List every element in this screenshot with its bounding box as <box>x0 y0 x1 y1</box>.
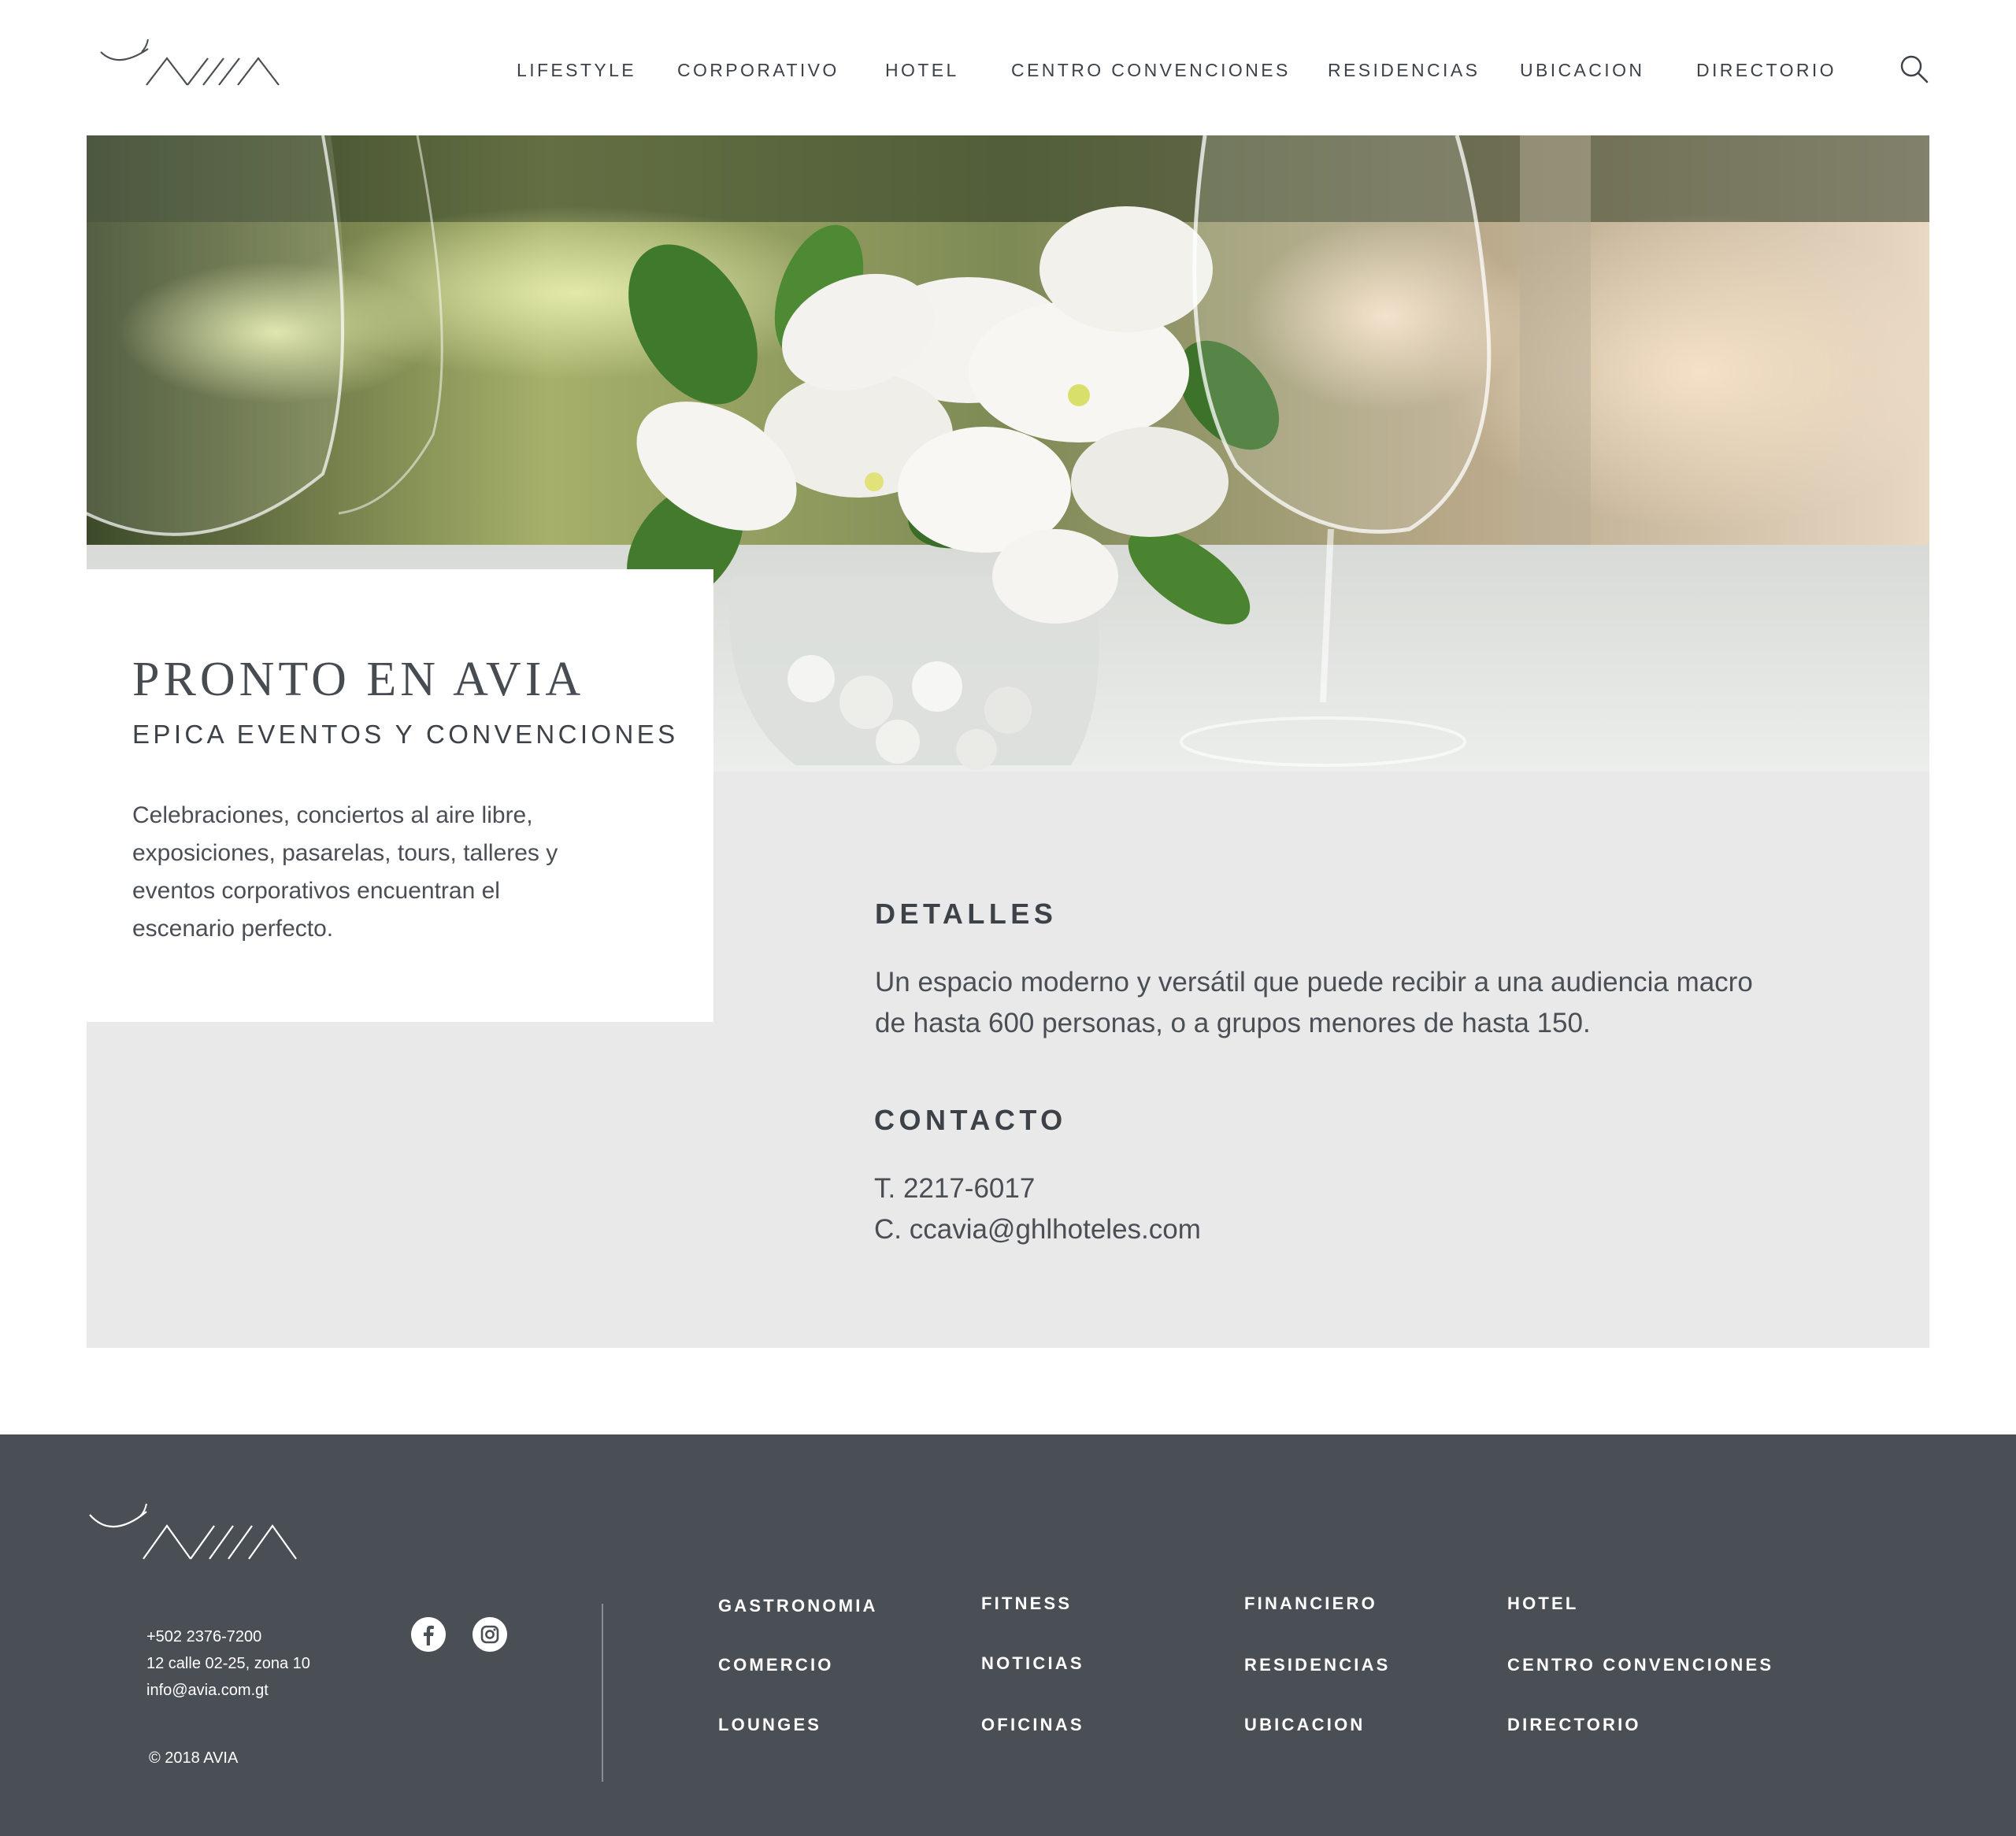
nav-ubicacion[interactable]: UBICACION <box>1520 60 1644 81</box>
footer-link-fitness[interactable]: FITNESS <box>981 1594 1072 1614</box>
site-footer: +502 2376-7200 12 calle 02-25, zona 10 i… <box>0 1434 2016 1836</box>
footer-link-residencias[interactable]: RESIDENCIAS <box>1244 1655 1391 1675</box>
intro-text: Celebraciones, conciertos al aire libre,… <box>132 802 558 942</box>
footer-link-oficinas[interactable]: OFICINAS <box>981 1715 1084 1735</box>
footer-address: 12 calle 02-25, zona 10 <box>146 1655 310 1672</box>
nav-lifestyle[interactable]: LIFESTYLE <box>517 60 636 81</box>
page-title: PRONTO EN AVIA <box>132 653 585 706</box>
details-text: Un espacio moderno y versátil que puede … <box>875 967 1753 1038</box>
footer-link-directorio[interactable]: DIRECTORIO <box>1507 1715 1641 1735</box>
nav-hotel[interactable]: HOTEL <box>885 60 959 81</box>
footer-link-gastronomia[interactable]: GASTRONOMIA <box>718 1596 878 1616</box>
facebook-icon[interactable] <box>411 1617 446 1652</box>
search-icon[interactable] <box>1899 54 1930 85</box>
avia-footer-logo[interactable] <box>88 1501 317 1564</box>
details-heading: DETALLES <box>875 898 1058 930</box>
footer-copyright: © 2018 AVIA <box>149 1749 239 1767</box>
main-nav: LIFESTYLE CORPORATIVO HOTEL CENTRO CONVE… <box>0 60 2016 83</box>
footer-email[interactable]: info@avia.com.gt <box>146 1677 310 1704</box>
footer-link-noticias[interactable]: NOTICIAS <box>981 1653 1084 1674</box>
footer-link-centro-convenciones[interactable]: CENTRO CONVENCIONES <box>1507 1655 1773 1675</box>
page-subtitle: EPICA EVENTOS Y CONVENCIONES <box>132 720 679 749</box>
site-header: LIFESTYLE CORPORATIVO HOTEL CENTRO CONVE… <box>0 0 2016 135</box>
nav-corporativo[interactable]: CORPORATIVO <box>677 60 839 81</box>
nav-directorio[interactable]: DIRECTORIO <box>1696 60 1836 81</box>
nav-centro-convenciones[interactable]: CENTRO CONVENCIONES <box>1011 60 1291 81</box>
footer-link-hotel[interactable]: HOTEL <box>1507 1594 1579 1614</box>
contact-phone: T. 2217-6017 <box>874 1173 1036 1204</box>
intro-card: PRONTO EN AVIA EPICA EVENTOS Y CONVENCIO… <box>87 569 713 1022</box>
contact-heading: CONTACTO <box>874 1104 1067 1136</box>
instagram-icon[interactable] <box>472 1617 507 1652</box>
footer-contact: +502 2376-7200 12 calle 02-25, zona 10 i… <box>146 1623 310 1704</box>
footer-link-lounges[interactable]: LOUNGES <box>718 1715 821 1735</box>
footer-link-financiero[interactable]: FINANCIERO <box>1244 1594 1377 1614</box>
nav-residencias[interactable]: RESIDENCIAS <box>1328 60 1480 81</box>
footer-phone: +502 2376-7200 <box>146 1628 262 1645</box>
footer-link-comercio[interactable]: COMERCIO <box>718 1655 834 1675</box>
contact-email[interactable]: C. ccavia@ghlhoteles.com <box>874 1209 1201 1250</box>
footer-link-ubicacion[interactable]: UBICACION <box>1244 1715 1365 1735</box>
footer-divider <box>602 1604 603 1782</box>
